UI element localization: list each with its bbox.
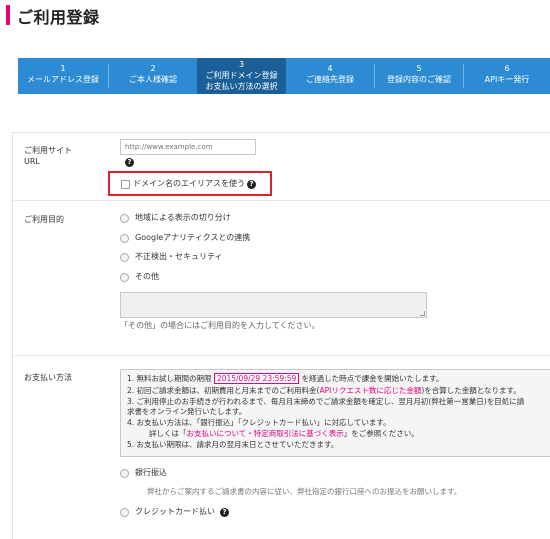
purpose-option-label: その他 <box>135 272 159 281</box>
purpose-radio-security[interactable] <box>120 253 129 262</box>
payment-notes-box: 1. 無料お試し期間の期限 2015/09/29 23:59:59 を経過した時… <box>120 369 550 457</box>
step-6: 6 APIキー発行 <box>464 58 550 94</box>
payment-note-1: 1. 無料お試し期間の期限 2015/09/29 23:59:59 を経過した時… <box>127 373 444 384</box>
payment-label: お支払い方法 <box>24 373 72 382</box>
step-label: ご連絡先登録 <box>306 75 354 84</box>
bank-transfer-label: 銀行振込 <box>135 468 167 477</box>
help-icon[interactable]: ? <box>247 180 256 189</box>
api-pricing-link[interactable]: APIリクエスト数に応じた金額 <box>319 386 421 395</box>
purpose-option-label: 地域による表示の切り分け <box>135 213 231 222</box>
payment-radio-card[interactable] <box>120 508 129 517</box>
payment-note-3: 3. ご利用停止のお手続きが行われるまで、毎月月末締めでご請求金額を確定し、翌月… <box>127 397 525 406</box>
step-2: 2 ご本人様確認 <box>109 58 197 94</box>
payment-note-3-cont: 求書をオンライン発行いたします。 <box>127 407 247 416</box>
bank-transfer-note: 弊社からご案内するご請求書の内容に従い、弊社指定の銀行口座へのお振込をお願いしま… <box>147 487 462 496</box>
step-number: 6 <box>504 64 510 73</box>
form-container <box>12 132 550 539</box>
trial-end-date: 2015/09/29 23:59:59 <box>213 373 300 384</box>
help-icon[interactable]: ? <box>125 158 134 167</box>
payment-note-4-cont: 詳しくは「お支払いについて・特定商取引法に基づく表示」をご参照ください。 <box>149 429 419 438</box>
purpose-radio-analytics[interactable] <box>120 234 129 243</box>
resize-handle[interactable] <box>420 311 425 316</box>
alias-checkbox-label: ドメイン名のエイリアスを使う <box>133 179 245 188</box>
page-title: ご利用登録 <box>17 8 100 27</box>
site-url-label: ご利用サイト URL <box>24 146 72 166</box>
step-1: 1 メールアドレス登録 <box>18 58 108 94</box>
step-label: ご利用ドメイン登録 <box>205 71 278 80</box>
step-number: 1 <box>60 64 66 73</box>
step-4: 4 ご連絡先登録 <box>286 58 374 94</box>
payment-info-link[interactable]: お支払いについて・特定商取引法に基づく表示 <box>187 429 344 438</box>
purpose-other-textarea[interactable] <box>120 292 427 318</box>
payment-note-4: 4. お支払い方法は、「銀行振込」「クレジットカード払い」に対応しています。 <box>127 418 391 427</box>
payment-radio-bank[interactable] <box>120 469 129 478</box>
step-3-active: 3 ご利用ドメイン登録 お支払い方法の選択 <box>197 58 286 94</box>
purpose-option-label: Googleアナリティクスとの連携 <box>135 233 251 242</box>
payment-note-5: 5. お支払い期限は、請求月の翌月末日とさせていただきます。 <box>127 440 339 449</box>
step-number: 5 <box>416 64 422 73</box>
title-accent-bar <box>6 5 10 25</box>
step-5: 5 登録内容のご確認 <box>375 58 463 94</box>
step-number: 2 <box>150 64 156 73</box>
purpose-radio-region[interactable] <box>120 214 129 223</box>
purpose-label: ご利用目的 <box>24 215 64 224</box>
credit-card-label: クレジットカード払い <box>135 507 215 516</box>
step-indicator: 1 メールアドレス登録 2 ご本人様確認 3 ご利用ドメイン登録 お支払い方法の… <box>18 58 550 94</box>
purpose-option-label: 不正検出・セキュリティ <box>135 252 223 261</box>
row-divider <box>12 355 550 356</box>
step-label-line2: お支払い方法の選択 <box>205 82 278 91</box>
alias-checkbox[interactable] <box>121 180 130 189</box>
payment-note-2: 2. 初回ご請求金額は、初期費用と月末までのご利用料金(APIリクエスト数に応じ… <box>127 386 521 395</box>
site-url-input[interactable] <box>120 139 256 155</box>
step-label: メールアドレス登録 <box>27 75 99 84</box>
help-icon[interactable]: ? <box>220 508 229 517</box>
row-divider <box>12 200 550 201</box>
purpose-hint: 「その他」の場合にはご利用目的を入力してください。 <box>120 321 320 330</box>
purpose-radio-other[interactable] <box>120 273 129 282</box>
step-label: 登録内容のご確認 <box>387 75 451 84</box>
step-number: 4 <box>327 64 333 73</box>
step-label: ご本人様確認 <box>129 75 177 84</box>
step-label: APIキー発行 <box>484 75 530 84</box>
step-number: 3 <box>238 60 245 69</box>
